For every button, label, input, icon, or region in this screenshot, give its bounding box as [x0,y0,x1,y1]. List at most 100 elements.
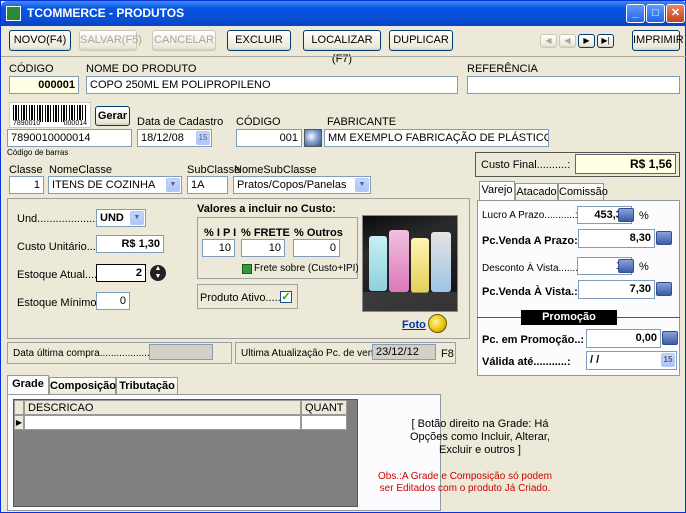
frete-field[interactable]: 10 [241,239,285,257]
localizar-button[interactable]: LOCALIZAR (F7) [303,30,381,65]
nome-subclasse-select[interactable]: Pratos/Copos/Panelas ▼ [233,176,371,194]
next-record-icon[interactable]: ▶ [578,34,595,48]
data-cadastro-field[interactable]: 18/12/08 15 [137,129,212,147]
estoque-atual-field[interactable]: 2 [96,264,146,282]
chevron-down-icon[interactable]: ▼ [130,211,144,225]
outros-field[interactable]: 0 [293,239,340,257]
custo-unitario-label: Custo Unitário....: [17,241,102,253]
pc-promocao-label: Pc. em Promoção..: [482,334,585,346]
fabricante-label: FABRICANTE [327,116,397,128]
ipi-field[interactable]: 10 [202,239,235,257]
calendar-icon[interactable]: 15 [661,353,675,367]
nome-produto-field[interactable]: COPO 250ML EM POLIPROPILENO [86,76,458,94]
custo-final-field: R$ 1,56 [575,154,676,174]
valores-title: Valores a incluir no Custo: [197,203,336,215]
subclasse-field[interactable]: 1A [187,176,228,194]
tab-composicao[interactable]: Composição [49,377,116,395]
close-icon[interactable]: ✕ [666,4,685,23]
pc-venda-prazo-field[interactable]: 8,30 [578,229,655,248]
tab-tributacao[interactable]: Tributação [116,377,178,395]
pc-promocao-field[interactable]: 0,00 [586,329,661,348]
toolbar-divider [1,56,686,57]
barcode-digits-left: 7890010 [13,120,41,127]
fabricante-codigo-field[interactable]: 001 [236,129,302,147]
lucro-label: Lucro A Prazo...........: [482,210,578,221]
stock-spinner-icon[interactable]: ▲ ▼ [150,265,166,281]
produto-ativo-label: Produto Ativo......... [200,292,293,304]
cancelar-button[interactable]: CANCELAR [152,30,216,51]
nome-classe-select[interactable]: ITENS DE COZINHA ▼ [48,176,182,194]
app-icon [6,6,21,21]
barcode-caption: Código de barras [7,148,69,157]
excluir-button[interactable]: EXCLUIR [227,30,291,51]
duplicar-button[interactable]: DUPLICAR [389,30,453,51]
pc-venda-prazo-label: Pc.Venda A Prazo: [482,235,578,247]
minimize-icon[interactable]: _ [626,4,645,23]
desconto-pct: % [639,261,649,273]
valida-field[interactable]: / / 15 [586,351,677,370]
lucro-pct: % [639,210,649,222]
grade-obs: Obs.:A Grade e Composição só podem ser E… [378,471,552,494]
calc-lucro-icon[interactable] [618,208,634,222]
pc-venda-vista-field[interactable]: 7,30 [578,280,655,299]
produto-ativo-checkbox[interactable]: ✓ [280,291,292,303]
barcode-digits-right: 000014 [63,120,87,127]
foto-link[interactable]: Foto [402,319,426,331]
und-select[interactable]: UND ▼ [96,209,146,227]
estoque-minimo-field[interactable]: 0 [96,292,130,310]
grade-hint: [ Botão direito na Grade: Há Opções como… [409,418,550,456]
window-title: TCOMMERCE - PRODUTOS [27,6,185,20]
grid-cell-quant[interactable] [301,415,347,430]
chevron-down-icon[interactable]: ▼ [355,178,369,192]
fabricante-codigo-label: CÓDIGO [236,116,281,128]
imprimir-button[interactable]: IMPRIMIR [632,30,684,51]
nome-produto-label: NOME DO PRODUTO [86,63,197,75]
title-bar: TCOMMERCE - PRODUTOS _ □ ✕ [1,1,686,26]
product-photo [362,215,458,312]
outros-label: % Outros [294,227,343,239]
barcode-field[interactable]: 7890010000014 [7,129,132,147]
custo-unitario-field[interactable]: R$ 1,30 [96,235,164,253]
data-ultima-compra-field [149,344,213,360]
tab-comissao[interactable]: Comissão [558,183,608,201]
estoque-minimo-label: Estoque Mínimo: [17,297,100,309]
salvar-button[interactable]: SALVAR(F5) [79,30,142,51]
referencia-field[interactable] [467,76,680,94]
product-window: TCOMMERCE - PRODUTOS _ □ ✕ NOVO(F4) SALV… [0,0,686,513]
tab-atacado[interactable]: Atacado [515,183,558,201]
calc-desconto-icon[interactable] [618,259,634,273]
desconto-label: Desconto À Vista.........: [482,263,587,274]
ultima-atualizacao-field: 23/12/12 [372,344,436,360]
camera-icon[interactable] [428,314,447,333]
frete-sobre-checkbox[interactable] [242,264,252,274]
calc-vista-icon[interactable] [656,282,672,296]
fabricante-field[interactable]: MM EXEMPLO FABRICAÇÃO DE PLÁSTICOS [324,129,549,147]
und-value: UND [100,212,124,224]
calc-prazo-icon[interactable] [656,231,672,245]
nome-classe-label: NomeClasse [49,164,112,176]
grid-cell-descricao[interactable] [24,415,301,430]
last-record-icon[interactable]: ▶| [597,34,614,48]
calc-promocao-icon[interactable] [662,331,678,345]
gerar-button[interactable]: Gerar [95,106,130,126]
maximize-icon[interactable]: □ [646,4,665,23]
chevron-down-icon[interactable]: ▼ [166,178,180,192]
custo-final-label: Custo Final..........: [481,159,571,171]
f8-label: F8 [441,348,454,360]
subclasse-label: SubClasse [187,164,241,176]
search-fabricante-icon[interactable] [304,129,322,147]
classe-field[interactable]: 1 [9,176,44,194]
col-descricao[interactable]: DESCRICAO [24,400,301,415]
col-quant[interactable]: QUANT [301,400,347,415]
tab-grade[interactable]: Grade [7,375,49,395]
prev-record-icon[interactable]: ◀ [559,34,576,48]
calendar-icon[interactable]: 15 [196,131,210,145]
codigo-field[interactable]: 000001 [9,76,79,94]
novo-button[interactable]: NOVO(F4) [9,30,71,51]
tab-varejo[interactable]: Varejo [479,181,515,201]
promocao-title: Promoção [521,310,617,325]
promocao-divider-right [617,317,680,318]
grid-corner [14,400,24,415]
ultima-atualizacao-label: Ultima Atualização Pc. de venda: [241,348,388,359]
first-record-icon[interactable]: ◀ [540,34,557,48]
